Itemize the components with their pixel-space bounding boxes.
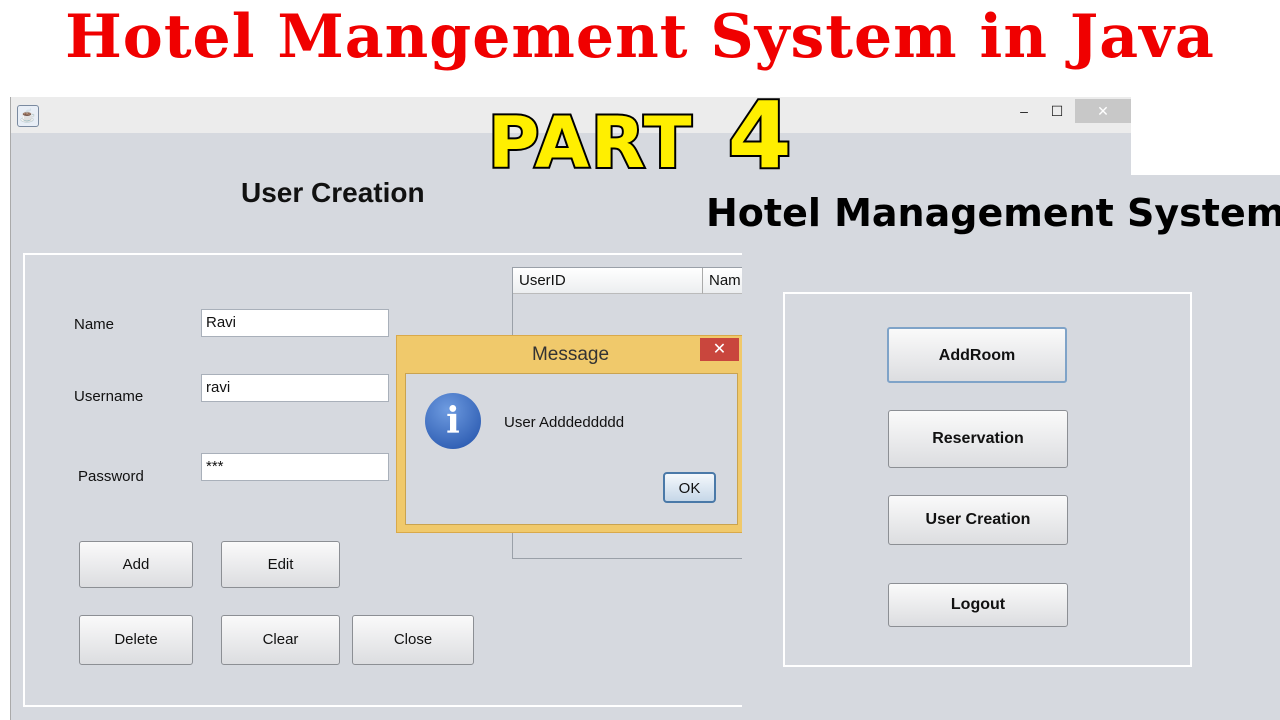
username-input[interactable]: ravi <box>201 374 389 402</box>
dialog-message: User Adddeddddd <box>504 414 625 431</box>
java-icon: ☕ <box>17 105 39 127</box>
name-label: Name <box>74 316 115 333</box>
minimize-button[interactable]: – <box>1006 99 1042 123</box>
dialog-body: i User Adddeddddd OK <box>405 373 738 525</box>
name-input[interactable]: Ravi <box>201 309 389 337</box>
video-headline: Hotel Mangement System in Java <box>65 2 1215 72</box>
password-input[interactable]: *** <box>201 453 389 481</box>
page-title: User Creation <box>241 177 425 208</box>
dialog-close-button[interactable]: ✕ <box>700 338 739 361</box>
message-dialog: Message ✕ i User Adddeddddd OK <box>396 335 743 533</box>
user-creation-button[interactable]: User Creation <box>888 495 1068 545</box>
logout-button[interactable]: Logout <box>888 583 1068 627</box>
main-menu-window: Hotel Management System AddRoom Reservat… <box>706 175 1280 720</box>
edit-button[interactable]: Edit <box>221 541 340 588</box>
close-button[interactable]: Close <box>352 615 474 665</box>
part-word: PART <box>486 100 694 186</box>
column-header-userid[interactable]: UserID <box>513 268 703 294</box>
maximize-button[interactable]: ☐ <box>1039 99 1075 123</box>
window-close-button[interactable]: ✕ <box>1075 99 1131 123</box>
clear-button[interactable]: Clear <box>221 615 340 665</box>
information-icon: i <box>425 393 481 449</box>
ok-button[interactable]: OK <box>663 472 716 503</box>
part-number: 4 <box>726 80 794 191</box>
username-label: Username <box>74 388 144 405</box>
add-button[interactable]: Add <box>79 541 193 588</box>
reservation-button[interactable]: Reservation <box>888 410 1068 468</box>
dialog-title: Message <box>531 344 610 365</box>
part-number-overlay: PART 4 <box>486 80 794 191</box>
main-menu-title: Hotel Management System <box>706 191 1280 235</box>
add-room-button[interactable]: AddRoom <box>887 327 1067 383</box>
column-header-name[interactable]: Nam <box>703 268 745 294</box>
password-label: Password <box>78 468 144 485</box>
delete-button[interactable]: Delete <box>79 615 193 665</box>
